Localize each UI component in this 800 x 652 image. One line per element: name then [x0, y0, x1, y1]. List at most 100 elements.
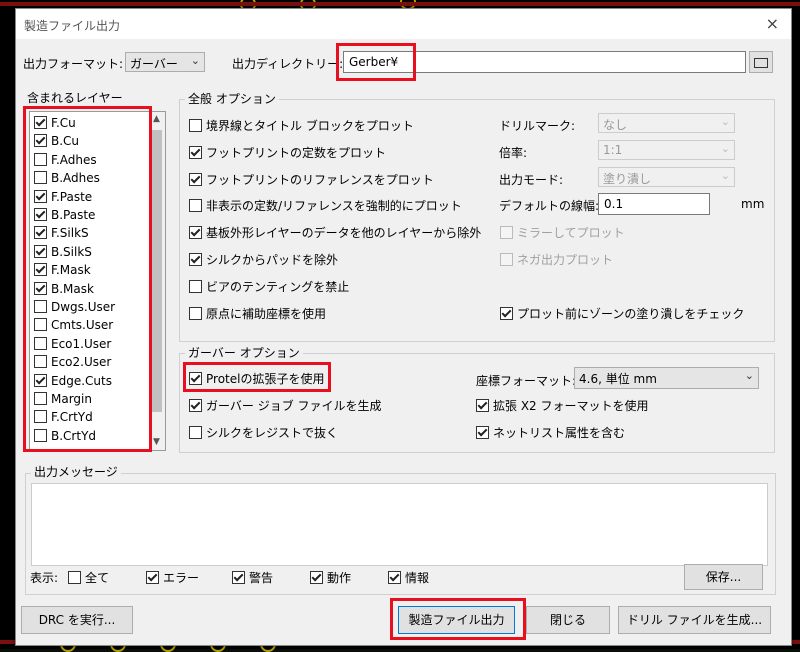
checkbox-box — [34, 152, 47, 166]
drill-mark-select[interactable]: なし ⌄ — [598, 113, 735, 133]
layer-name: Cmts.User — [51, 318, 114, 333]
checkbox-box — [34, 281, 47, 295]
checkbox-box — [34, 336, 47, 350]
chevron-down-icon: ⌄ — [720, 142, 730, 155]
layer-item[interactable]: F.Cu — [34, 116, 76, 133]
message-filter-checkbox[interactable]: 動作 — [310, 569, 351, 585]
layer-item[interactable]: Dwgs.User — [34, 300, 115, 317]
checkbox-box — [189, 226, 202, 239]
layer-item[interactable]: Margin — [34, 392, 92, 409]
message-filter-checkbox[interactable]: 警告 — [232, 569, 273, 585]
directory-input[interactable]: Gerber¥ — [343, 51, 746, 73]
layer-item[interactable]: F.Adhes — [34, 152, 97, 170]
scale-select[interactable]: 1:1 ⌄ — [598, 140, 735, 160]
checkbox-box — [34, 189, 47, 203]
general-option-checkbox[interactable]: フットプリントのリファレンスをプロット — [189, 171, 434, 187]
protel-extension-label: Protelの拡張子を使用 — [206, 372, 325, 386]
pcb-trace — [0, 2, 800, 6]
layer-item[interactable]: F.SilkS — [34, 226, 89, 243]
layer-item[interactable]: B.SilkS — [34, 244, 92, 262]
layer-item[interactable]: Cmts.User — [34, 318, 113, 335]
scroll-down-icon[interactable]: ▼ — [153, 437, 160, 447]
layer-name: F.CrtYd — [51, 410, 93, 425]
netlist-attributes-checkbox[interactable]: ネットリスト属性を含む — [476, 424, 625, 440]
checkbox-box — [476, 426, 489, 439]
window-title: 製造ファイル出力 — [24, 19, 121, 33]
coord-format-label: 座標フォーマット: — [476, 374, 577, 388]
checkbox-box — [189, 307, 202, 320]
general-option-checkbox[interactable]: フットプリントの定数をプロット — [189, 144, 386, 160]
message-filter-label: 情報 — [405, 571, 430, 585]
general-option-label: 境界線とタイトル ブロックをプロット — [206, 119, 414, 133]
checkbox-box — [34, 392, 47, 405]
layer-item[interactable]: F.Mask — [34, 263, 91, 280]
x2-format-checkbox[interactable]: 拡張 X2 フォーマットを使用 — [476, 397, 649, 413]
browse-folder-button[interactable] — [749, 51, 773, 73]
checkbox-box — [34, 134, 47, 148]
layer-item[interactable]: B.Cu — [34, 134, 79, 151]
checkbox-box — [34, 263, 47, 277]
directory-label: 出力ディレクトリー: — [232, 57, 344, 71]
default-width-label: デフォルトの線幅: — [499, 199, 600, 213]
checkbox-box — [34, 226, 47, 240]
close-button[interactable]: 閉じる — [526, 606, 610, 634]
plot-mode-select[interactable]: 塗り潰し ⌄ — [598, 167, 735, 187]
protel-extension-checkbox[interactable]: Protelの拡張子を使用 — [189, 370, 324, 386]
layer-item[interactable]: B.Paste — [34, 208, 95, 225]
message-filter-checkbox[interactable]: エラー — [146, 569, 199, 585]
general-option-checkbox[interactable]: シルクからパッドを除外 — [189, 251, 338, 267]
general-option-checkbox[interactable]: 非表示の定数/リファレンスを強制的にプロット — [189, 197, 462, 213]
layer-item[interactable]: Edge.Cuts — [34, 373, 112, 391]
generate-drill-button[interactable]: ドリル ファイルを生成... — [618, 606, 771, 634]
layer-item[interactable]: F.Paste — [34, 189, 92, 207]
negative-checkbox[interactable]: ネガ出力プロット — [500, 251, 613, 267]
close-icon[interactable]: × — [766, 14, 779, 33]
general-option-checkbox[interactable]: ビアのテンティングを禁止 — [189, 278, 349, 294]
layer-item[interactable]: B.Mask — [34, 281, 94, 299]
mirror-checkbox[interactable]: ミラーしてプロット — [500, 224, 625, 240]
checkbox-box — [34, 410, 47, 424]
layers-list[interactable]: F.Cu B.Cu F.Adhes B.Adhes F.Paste B.Paste F.Si… — [29, 111, 166, 451]
checkbox-box — [34, 116, 47, 129]
message-filter-label: エラー — [163, 571, 200, 585]
chevron-down-icon: ⌄ — [744, 369, 754, 382]
general-option-checkbox[interactable]: 原点に補助座標を使用 — [189, 305, 326, 321]
job-file-checkbox[interactable]: ガーバー ジョブ ファイルを生成 — [189, 397, 382, 413]
layer-name: F.Mask — [51, 263, 91, 278]
checkbox-box — [189, 173, 202, 186]
general-option-label: 原点に補助座標を使用 — [206, 307, 327, 321]
checkbox-box — [146, 571, 159, 584]
plot-dialog: 製造ファイル出力 × 出力フォーマット: ガーバー ⌄ 出力ディレクトリー: G… — [15, 8, 792, 646]
checkbox-box — [189, 146, 202, 159]
drill-mark-label: ドリルマーク: — [499, 119, 576, 133]
general-option-checkbox[interactable]: 境界線とタイトル ブロックをプロット — [189, 117, 414, 133]
layers-scrollbar[interactable]: ▲ ▼ — [150, 112, 165, 450]
coord-format-value: 4.6, 単位 mm — [579, 372, 657, 386]
scroll-thumb[interactable] — [152, 130, 162, 412]
general-option-label: フットプリントの定数をプロット — [206, 146, 387, 160]
layer-item[interactable]: B.CrtYd — [34, 428, 96, 446]
default-width-input[interactable]: 0.1 — [598, 193, 710, 215]
layer-name: B.Mask — [51, 281, 94, 296]
job-file-label: ガーバー ジョブ ファイルを生成 — [206, 399, 382, 413]
chevron-down-icon: ⌄ — [720, 115, 730, 128]
plot-button[interactable]: 製造ファイル出力 — [398, 606, 515, 634]
layer-item[interactable]: Eco1.User — [34, 336, 111, 354]
messages-output[interactable] — [31, 483, 768, 566]
message-filter-checkbox[interactable]: 情報 — [388, 569, 429, 585]
layer-item[interactable]: Eco2.User — [34, 355, 111, 372]
save-button[interactable]: 保存... — [684, 564, 763, 590]
message-filter-checkbox[interactable]: 全て — [68, 569, 109, 585]
format-select[interactable]: ガーバー ⌄ — [125, 52, 205, 72]
coord-format-select[interactable]: 4.6, 単位 mm ⌄ — [574, 367, 759, 389]
checkbox-box — [189, 399, 202, 412]
subtract-mask-checkbox[interactable]: シルクをレジストで抜く — [189, 424, 338, 440]
layer-item[interactable]: B.Adhes — [34, 171, 100, 188]
layer-item[interactable]: F.CrtYd — [34, 410, 93, 427]
zone-check-checkbox[interactable]: プロット前にゾーンの塗り潰しをチェック — [500, 305, 744, 321]
message-filter-label: 全て — [85, 571, 110, 585]
general-option-checkbox[interactable]: 基板外形レイヤーのデータを他のレイヤーから除外 — [189, 224, 481, 240]
scroll-up-icon[interactable]: ▲ — [153, 114, 160, 124]
chevron-down-icon: ⌄ — [190, 54, 200, 67]
run-drc-button[interactable]: DRC を実行... — [21, 606, 133, 634]
